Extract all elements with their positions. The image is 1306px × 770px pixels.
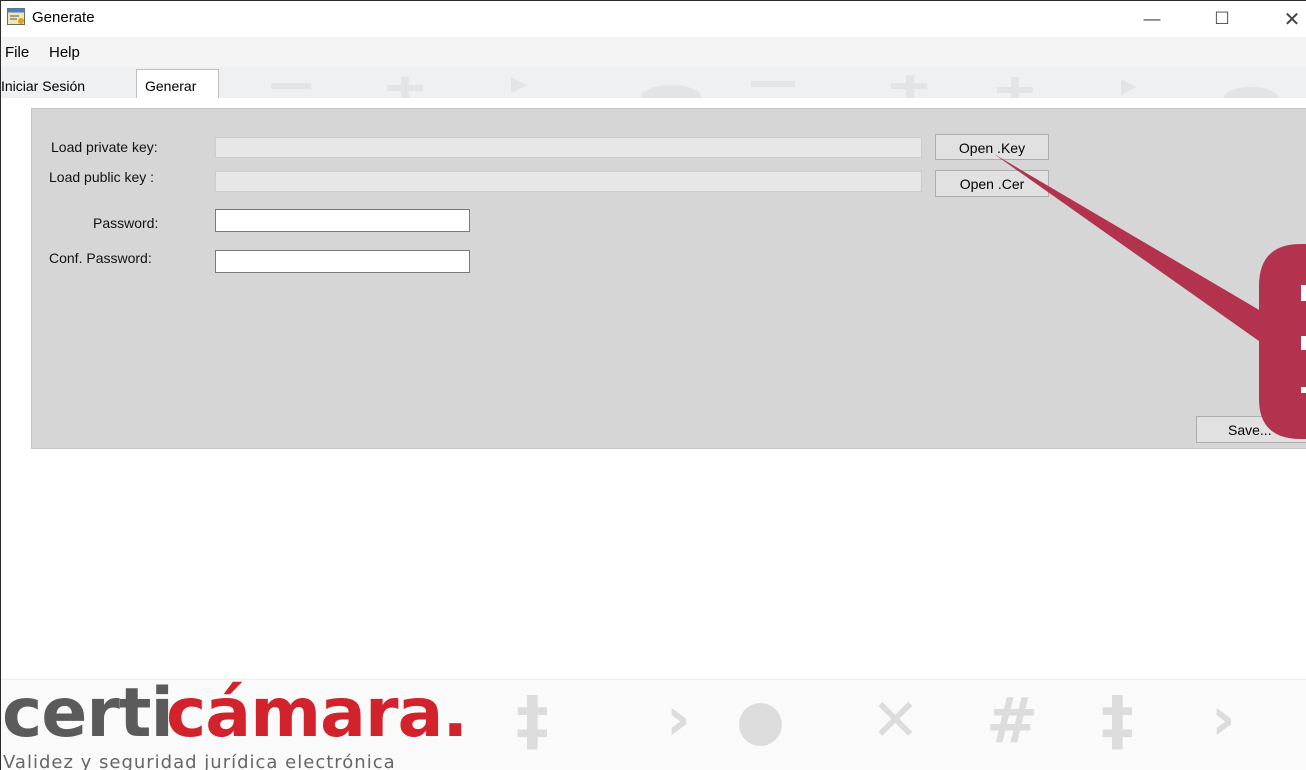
title-bar: Generate — ☐ ✕ [1, 1, 1306, 37]
password-label: Password: [93, 215, 159, 231]
close-icon[interactable]: ✕ [1269, 1, 1306, 37]
deco-circle-icon: ● [736, 688, 785, 753]
background-pattern [271, 75, 1279, 98]
logo-text-red: cámara. [166, 679, 468, 753]
tab-generar[interactable]: Generar [136, 69, 219, 98]
footer-brand: ‡ › ● ✕ # ‡ › certi cámara. Validez y se… [1, 679, 1306, 770]
password-field[interactable] [215, 209, 470, 232]
deco-plus-icon: ‡ [1101, 682, 1134, 759]
menu-help[interactable]: Help [49, 44, 80, 61]
footer-tagline: Validez y seguridad jurídica electrónica [3, 752, 396, 770]
menu-file[interactable]: File [5, 44, 29, 61]
confirm-password-field[interactable] [215, 250, 470, 273]
public-key-label: Load public key : [49, 169, 155, 185]
generate-panel: Load private key: Open .Key Load public … [31, 108, 1306, 449]
tab-strip: Iniciar Sesión Generar [1, 67, 1306, 98]
logo-text-gray: certi [2, 679, 174, 753]
confirm-password-label: Conf. Password: [49, 250, 152, 266]
deco-chevron-icon: › [1211, 684, 1236, 754]
open-key-button[interactable]: Open .Key [935, 134, 1049, 160]
deco-hash-icon: # [986, 684, 1038, 757]
deco-knot-icon: ✕ [871, 686, 920, 754]
tab-iniciar-sesion[interactable]: Iniciar Sesión [1, 73, 136, 98]
save-button[interactable]: Save... [1196, 416, 1306, 443]
public-key-path-field[interactable] [215, 171, 922, 192]
deco-plus-icon: ‡ [516, 682, 549, 759]
open-cer-button[interactable]: Open .Cer [935, 170, 1049, 197]
app-window: Generate — ☐ ✕ File Help Iniciar Sesión … [0, 0, 1306, 770]
window-title: Generate [32, 9, 95, 26]
private-key-label: Load private key: [51, 139, 158, 155]
deco-chevron-icon: › [666, 684, 691, 754]
menu-bar: File Help [1, 37, 1306, 67]
private-key-path-field[interactable] [215, 137, 922, 158]
minimize-icon[interactable]: — [1129, 1, 1175, 37]
app-icon [7, 8, 25, 25]
maximize-icon[interactable]: ☐ [1199, 1, 1245, 37]
